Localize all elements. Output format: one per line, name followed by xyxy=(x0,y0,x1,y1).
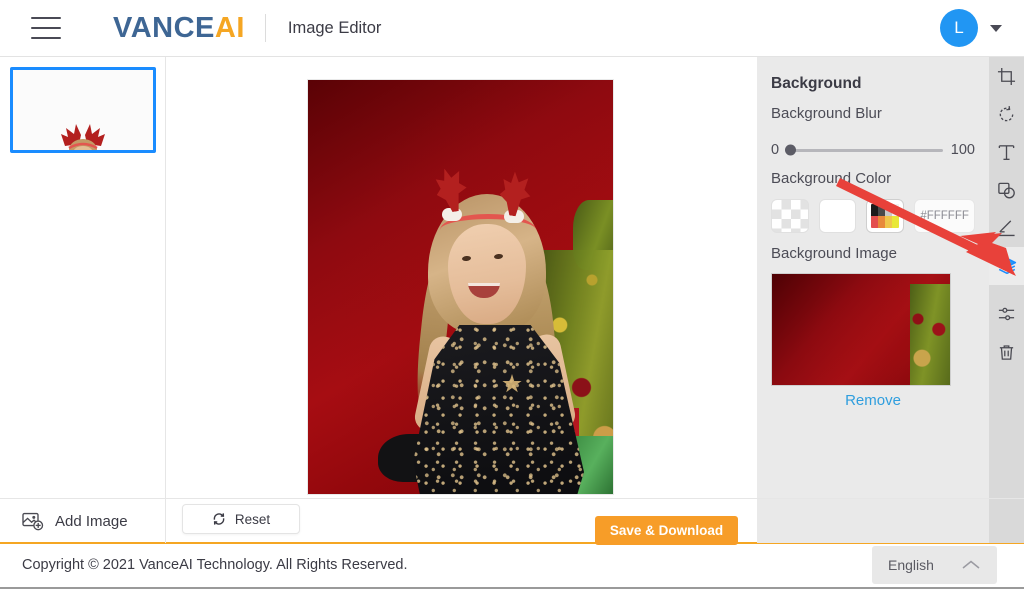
language-label: English xyxy=(888,557,934,573)
trash-icon[interactable] xyxy=(989,333,1024,371)
image-editor-app: VANCE AI Image Editor L Background Backg… xyxy=(0,0,1024,589)
logo-primary-text: VANCE xyxy=(113,11,215,44)
editor-toolbar xyxy=(989,57,1024,498)
chevron-down-icon[interactable] xyxy=(990,24,1002,32)
crop-icon[interactable] xyxy=(989,57,1024,95)
header-right-group: L xyxy=(940,9,1002,47)
footer: Copyright © 2021 VanceAI Technology. All… xyxy=(0,546,1024,589)
layer-thumbnail-item[interactable] xyxy=(10,67,156,153)
background-blur-slider[interactable] xyxy=(785,144,943,156)
thumbnail-preview-image xyxy=(61,124,105,150)
bottom-bar-toolbar-filler xyxy=(989,499,1024,543)
hamburger-menu-icon[interactable] xyxy=(31,17,61,39)
language-selector[interactable]: English xyxy=(872,546,997,584)
canvas-image[interactable] xyxy=(307,79,614,495)
app-header: VANCE AI Image Editor L xyxy=(0,0,1024,57)
bottom-action-bar: Add Image Reset Save & Download xyxy=(0,498,1024,545)
background-color-label: Background Color xyxy=(771,170,892,187)
avatar[interactable]: L xyxy=(940,9,978,47)
layers-sidebar xyxy=(0,57,166,498)
panel-title: Background xyxy=(771,75,862,92)
refresh-icon xyxy=(213,513,225,525)
slider-max-label: 100 xyxy=(950,142,975,158)
draw-pen-icon[interactable] xyxy=(989,209,1024,247)
adjust-sliders-icon[interactable] xyxy=(989,295,1024,333)
rotate-icon[interactable] xyxy=(989,95,1024,133)
reset-button[interactable]: Reset xyxy=(182,504,300,534)
shapes-icon[interactable] xyxy=(989,171,1024,209)
bottom-bar-panel-filler xyxy=(757,499,1024,543)
background-blur-slider-row: 0 100 xyxy=(771,142,975,158)
background-settings-panel: Background Background Blur 0 100 Backgro… xyxy=(757,57,989,498)
hex-color-input[interactable]: #FFFFFF xyxy=(914,199,975,233)
white-swatch[interactable] xyxy=(818,199,857,233)
slider-handle[interactable] xyxy=(785,144,797,156)
chevron-up-icon xyxy=(962,560,980,569)
color-picker-grid xyxy=(871,204,900,228)
layers-icon[interactable] xyxy=(989,247,1024,285)
subject-girl xyxy=(378,140,588,494)
save-and-download-button[interactable]: Save & Download xyxy=(595,516,738,545)
add-image-icon xyxy=(22,512,44,530)
slider-min-label: 0 xyxy=(771,142,780,158)
copyright-text: Copyright © 2021 VanceAI Technology. All… xyxy=(22,557,408,573)
text-icon[interactable] xyxy=(989,133,1024,171)
background-blur-label: Background Blur xyxy=(771,105,882,122)
background-image-label: Background Image xyxy=(771,245,897,262)
add-image-label: Add Image xyxy=(55,512,128,530)
thumbnail-tree xyxy=(910,284,950,385)
transparent-swatch[interactable] xyxy=(771,199,809,233)
page-title: Image Editor xyxy=(287,18,382,37)
remove-background-link[interactable]: Remove xyxy=(771,392,975,409)
color-picker-swatch[interactable] xyxy=(866,199,905,233)
logo-accent-text: AI xyxy=(214,11,245,44)
reset-label: Reset xyxy=(234,511,271,527)
color-swatch-row: #FFFFFF xyxy=(771,199,975,233)
background-image-thumbnail[interactable] xyxy=(771,273,951,386)
canvas-area[interactable] xyxy=(166,57,757,498)
vanceai-logo[interactable]: VANCE AI xyxy=(113,12,245,45)
add-image-button[interactable]: Add Image xyxy=(0,499,166,543)
header-divider xyxy=(264,14,266,42)
